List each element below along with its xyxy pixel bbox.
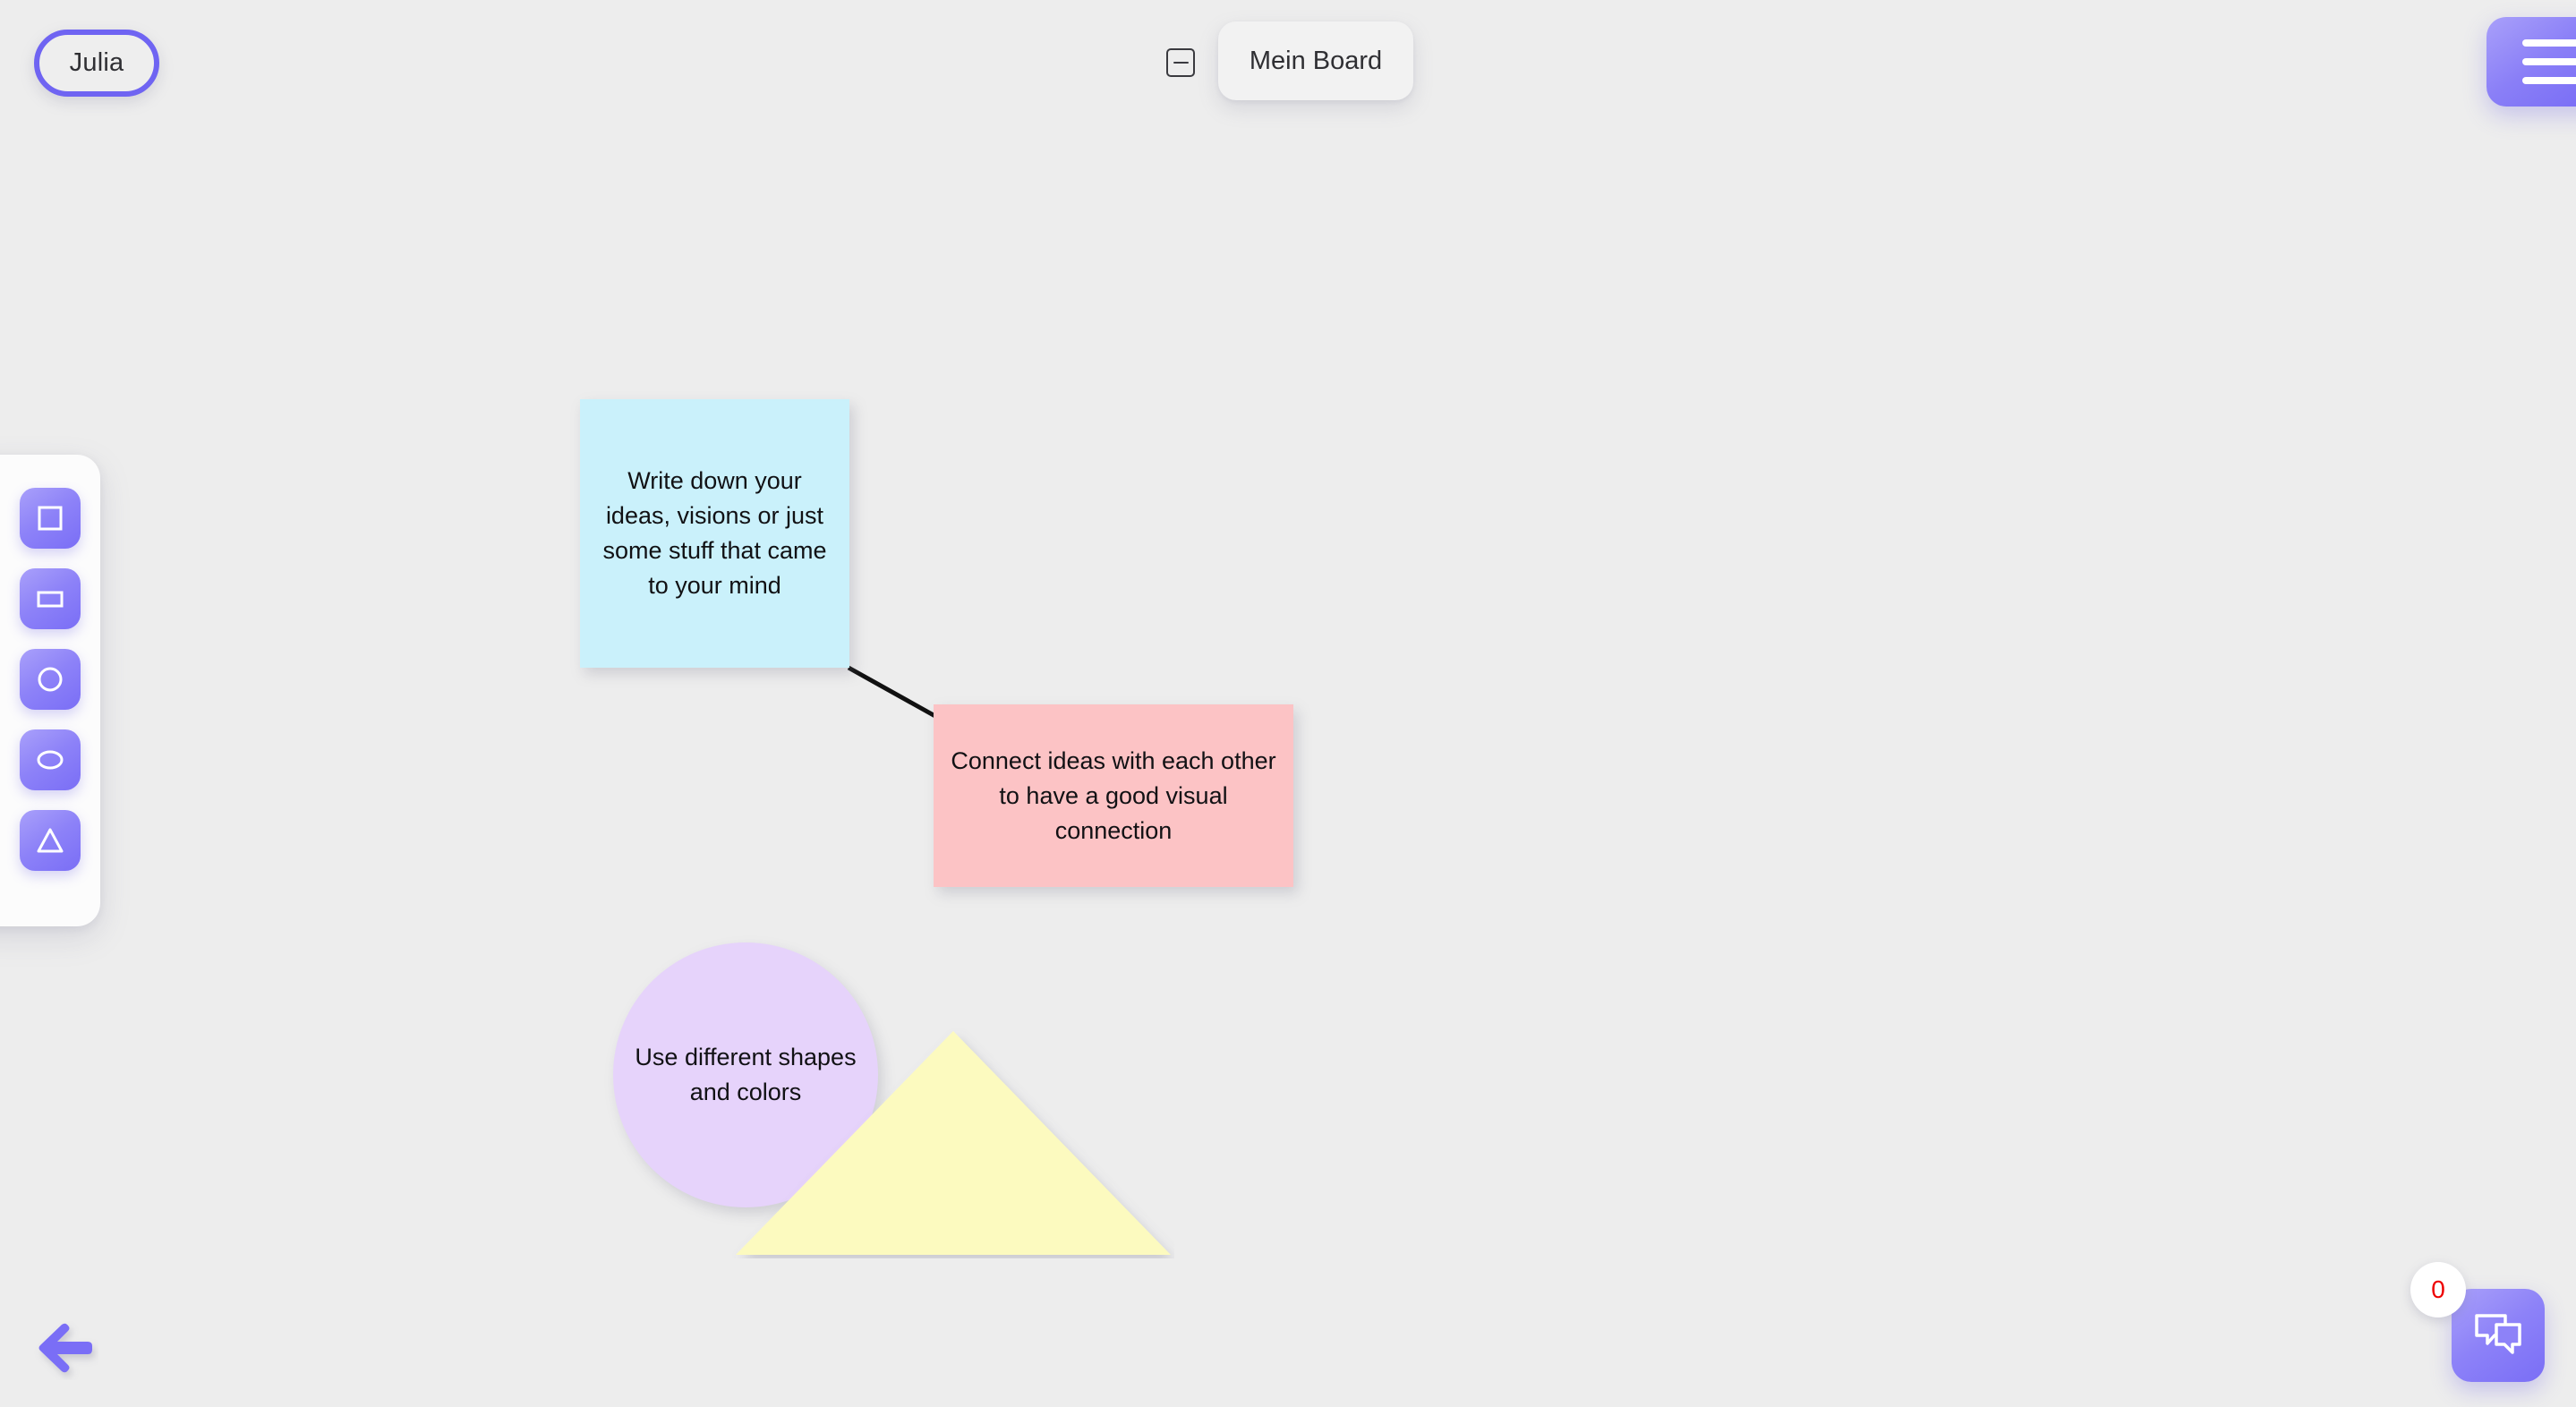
hamburger-menu-icon[interactable] <box>2486 17 2576 107</box>
tool-ellipse-button[interactable] <box>20 729 81 790</box>
sticky-note-blue-text: Write down your ideas, visions or just s… <box>602 467 827 599</box>
board-title-pill[interactable]: Mein Board <box>1218 21 1413 100</box>
tool-rectangle-button[interactable] <box>20 568 81 629</box>
triangle-icon <box>35 825 65 856</box>
user-presence-pill[interactable]: Julia <box>34 30 159 97</box>
rectangle-icon <box>35 584 65 614</box>
chat-unread-count: 0 <box>2431 1275 2445 1303</box>
minus-bar <box>1173 61 1189 64</box>
shape-toolbar <box>0 455 100 926</box>
tool-triangle-button[interactable] <box>20 810 81 871</box>
hamburger-bar-3 <box>2522 77 2576 84</box>
chat-bubbles-icon <box>2473 1310 2523 1361</box>
tool-square-button[interactable] <box>20 488 81 549</box>
board-title-label: Mein Board <box>1249 46 1383 75</box>
sticky-note-blue[interactable]: Write down your ideas, visions or just s… <box>580 399 849 668</box>
shape-triangle-yellow[interactable] <box>732 1028 1174 1258</box>
tool-circle-button[interactable] <box>20 649 81 710</box>
square-icon <box>35 503 65 533</box>
user-name-label: Julia <box>69 48 124 77</box>
sticky-note-pink-text: Connect ideas with each other to have a … <box>951 746 1276 844</box>
whiteboard-canvas[interactable]: Julia Mein Board Write down your ideas, … <box>0 0 2576 1407</box>
sticky-note-pink[interactable]: Connect ideas with each other to have a … <box>934 704 1293 887</box>
ellipse-icon <box>35 745 65 775</box>
hamburger-bar-1 <box>2522 39 2576 47</box>
chat-button[interactable] <box>2452 1289 2545 1382</box>
chat-unread-badge[interactable]: 0 <box>2410 1262 2466 1317</box>
arrow-left-icon[interactable] <box>32 1316 98 1380</box>
hamburger-bar-2 <box>2522 58 2576 65</box>
circle-icon <box>35 664 65 695</box>
minus-square-icon[interactable] <box>1166 48 1195 77</box>
